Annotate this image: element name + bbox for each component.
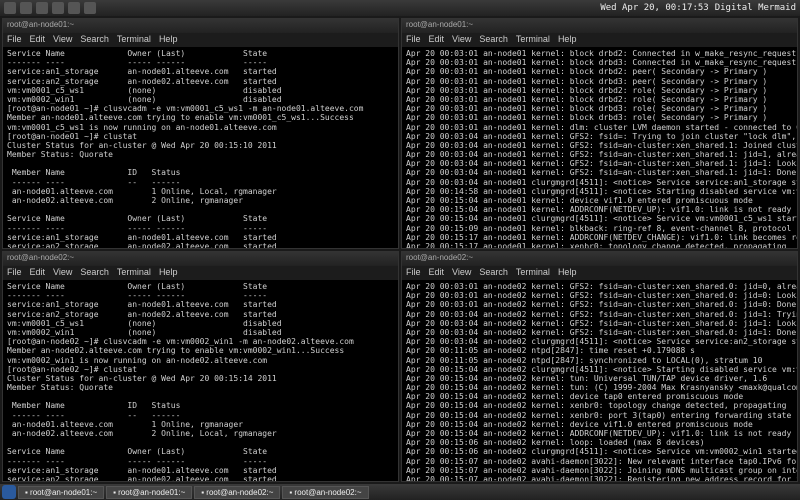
window-title: root@an-node02:~ [402,252,797,266]
tray-icons [4,2,96,14]
bottom-panel: ▪ root@an-node01:~▪ root@an-node01:~▪ ro… [0,484,800,500]
window-title: root@an-node01:~ [3,19,398,33]
app-icon[interactable] [4,2,16,14]
menu-file[interactable]: File [406,34,421,46]
terminal-output[interactable]: Apr 20 00:03:01 an-node01 kernel: block … [402,47,797,248]
menu-search[interactable]: Search [479,34,508,46]
menu-view[interactable]: View [452,267,471,279]
menu-edit[interactable]: Edit [30,267,46,279]
menu-file[interactable]: File [406,267,421,279]
clock[interactable]: Wed Apr 20, 00:17:53 [600,3,708,13]
terminal-menubar: File Edit View Search Terminal Help [402,33,797,47]
menu-file[interactable]: File [7,267,22,279]
terminal-tl[interactable]: root@an-node01:~ File Edit View Search Termi… [2,18,399,249]
terminal-grid: root@an-node01:~ File Edit View Search Termi… [0,16,800,484]
taskbar-item[interactable]: ▪ root@an-node01:~ [18,486,104,499]
app-icon[interactable] [52,2,64,14]
menu-view[interactable]: View [53,267,72,279]
window-title: root@an-node02:~ [3,252,398,266]
start-button[interactable] [2,485,16,499]
menu-search[interactable]: Search [479,267,508,279]
menu-terminal[interactable]: Terminal [117,34,151,46]
menu-search[interactable]: Search [80,34,109,46]
terminal-br[interactable]: root@an-node02:~ File Edit View Search Termi… [401,251,798,482]
menu-help[interactable]: Help [558,267,577,279]
terminal-menubar: File Edit View Search Terminal Help [3,266,398,280]
app-icon[interactable] [20,2,32,14]
app-icon[interactable] [36,2,48,14]
menu-help[interactable]: Help [159,267,178,279]
user-label[interactable]: Digital Mermaid [715,3,796,13]
menu-view[interactable]: View [452,34,471,46]
terminal-output[interactable]: Apr 20 00:03:01 an-node02 kernel: GFS2: … [402,280,797,481]
menu-file[interactable]: File [7,34,22,46]
app-icon[interactable] [84,2,96,14]
taskbar-tasks: ▪ root@an-node01:~▪ root@an-node01:~▪ ro… [18,486,369,499]
menu-view[interactable]: View [53,34,72,46]
top-panel: Wed Apr 20, 00:17:53 Digital Mermaid [0,0,800,16]
taskbar-item[interactable]: ▪ root@an-node02:~ [282,486,368,499]
taskbar-item[interactable]: ▪ root@an-node02:~ [194,486,280,499]
terminal-bl[interactable]: root@an-node02:~ File Edit View Search Termi… [2,251,399,482]
menu-edit[interactable]: Edit [30,34,46,46]
menu-terminal[interactable]: Terminal [516,267,550,279]
terminal-menubar: File Edit View Search Terminal Help [3,33,398,47]
menu-terminal[interactable]: Terminal [117,267,151,279]
terminal-menubar: File Edit View Search Terminal Help [402,266,797,280]
terminal-tr[interactable]: root@an-node01:~ File Edit View Search Termi… [401,18,798,249]
window-title: root@an-node01:~ [402,19,797,33]
menu-terminal[interactable]: Terminal [516,34,550,46]
terminal-output[interactable]: Service Name Owner (Last) State ------- … [3,47,398,248]
terminal-output[interactable]: Service Name Owner (Last) State ------- … [3,280,398,481]
menu-search[interactable]: Search [80,267,109,279]
menu-help[interactable]: Help [159,34,178,46]
app-icon[interactable] [68,2,80,14]
taskbar-item[interactable]: ▪ root@an-node01:~ [106,486,192,499]
menu-help[interactable]: Help [558,34,577,46]
menu-edit[interactable]: Edit [429,267,445,279]
menu-edit[interactable]: Edit [429,34,445,46]
